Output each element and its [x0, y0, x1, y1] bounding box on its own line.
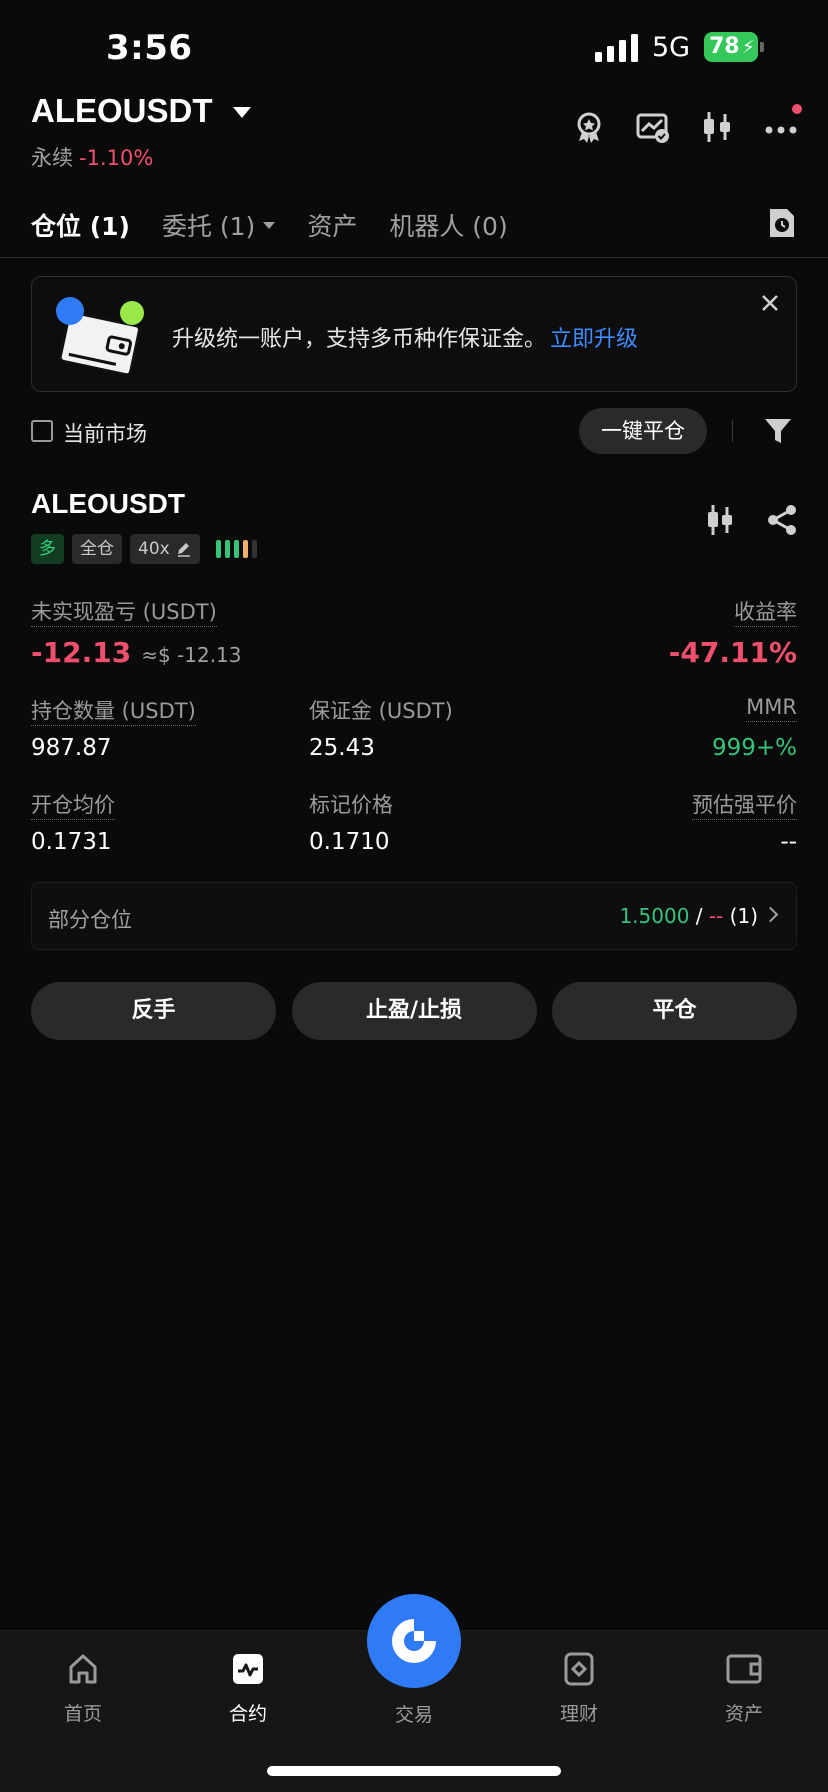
- leverage-value: 40x: [138, 539, 170, 559]
- candlestick-icon[interactable]: [700, 110, 734, 144]
- pair-name: ALEOUSDT: [31, 92, 213, 129]
- nav-futures-label: 合约: [228, 1703, 267, 1725]
- partial-positions-label: 部分仓位: [48, 908, 132, 932]
- margin-label: 保证金 (USDT): [309, 699, 453, 723]
- position-actions: [705, 504, 797, 536]
- more-icon[interactable]: [764, 104, 802, 144]
- tpsl-button[interactable]: 止盈/止损: [291, 982, 537, 1040]
- size-value: 987.87: [31, 735, 112, 761]
- edit-icon: [177, 543, 190, 557]
- nav-assets-label: 资产: [724, 1703, 763, 1725]
- trade-fab-button[interactable]: [367, 1594, 461, 1688]
- tab-orders-label: 委托 (1): [161, 212, 256, 241]
- position-tabs: 仓位 (1) 委托 (1) 资产 机器人 (0): [31, 200, 797, 250]
- partial-count: (1): [723, 904, 758, 928]
- price-change: -1.10%: [79, 146, 154, 170]
- chevron-down-icon: [263, 221, 276, 229]
- liq-price-label: 预估强平价: [692, 793, 797, 820]
- partial-sl-value: --: [708, 904, 724, 928]
- partial-tp-value: 1.5000: [619, 904, 690, 928]
- size-label: 持仓数量 (USDT): [31, 699, 196, 726]
- signal-icon: [595, 34, 638, 62]
- tabs-divider: [0, 257, 828, 258]
- tab-assets[interactable]: 资产: [307, 207, 357, 243]
- close-position-button[interactable]: 平仓: [552, 982, 797, 1040]
- notification-dot: [792, 104, 802, 114]
- unrealized-pnl-usd: ≈$ -12.13: [141, 643, 242, 667]
- share-icon[interactable]: [767, 504, 797, 536]
- contract-type: 永续: [31, 146, 73, 170]
- pair-selector[interactable]: ALEOUSDT: [31, 92, 251, 130]
- banner-text: 升级统一账户，支持多币种作保证金。 立即升级: [172, 321, 638, 353]
- mmr-value: 999+%: [711, 735, 797, 761]
- nav-home[interactable]: 首页: [33, 1649, 133, 1726]
- side-badge: 多: [31, 534, 64, 564]
- chevron-right-icon: [762, 906, 779, 923]
- tab-orders[interactable]: 委托 (1): [161, 207, 276, 243]
- unrealized-pnl-value: -12.13: [31, 636, 132, 669]
- home-icon: [69, 1654, 97, 1684]
- header: ALEOUSDT 永续 -1.10%: [0, 90, 828, 180]
- nav-home-label: 首页: [63, 1703, 102, 1725]
- position-action-buttons: 反手 止盈/止损 平仓: [31, 982, 797, 1040]
- roe-value: -47.11%: [668, 636, 797, 669]
- award-icon[interactable]: [572, 110, 606, 144]
- home-indicator: [267, 1766, 561, 1776]
- leverage-badge[interactable]: 40x: [130, 534, 200, 564]
- tab-bots[interactable]: 机器人 (0): [389, 207, 507, 243]
- banner-message: 升级统一账户，支持多币种作保证金。: [172, 327, 547, 352]
- mark-price-label: 标记价格: [309, 793, 393, 817]
- partial-separator: /: [689, 904, 709, 928]
- status-bar: 3:56 5G 78 ⚡: [0, 0, 828, 100]
- mmr-label: MMR: [746, 695, 797, 722]
- filter-row: 当前市场 一键平仓: [31, 406, 797, 456]
- chevron-down-icon: [232, 106, 251, 118]
- status-time: 3:56: [106, 28, 193, 68]
- position-tags: 多 全仓 40x: [31, 534, 257, 564]
- trade-logo-icon: [392, 1619, 436, 1663]
- chart-check-icon[interactable]: [636, 110, 670, 144]
- entry-price-value: 0.1731: [31, 829, 112, 855]
- upgrade-banner[interactable]: 升级统一账户，支持多币种作保证金。 立即升级: [31, 276, 797, 392]
- current-market-label[interactable]: 当前市场: [63, 418, 147, 448]
- header-actions: [572, 104, 802, 144]
- unrealized-pnl-label: 未实现盈亏 (USDT): [31, 600, 217, 627]
- partial-positions-values: 1.5000 / -- (1): [619, 904, 758, 928]
- upgrade-link[interactable]: 立即升级: [550, 327, 638, 352]
- pair-subtitle: 永续 -1.10%: [31, 142, 153, 172]
- nav-trade-label: 交易: [394, 1704, 433, 1726]
- candlestick-icon[interactable]: [705, 504, 735, 536]
- nav-earn[interactable]: 理财: [529, 1649, 629, 1726]
- wallet-icon: [726, 1654, 762, 1684]
- divider: [732, 420, 733, 442]
- network-label: 5G: [652, 32, 691, 63]
- tab-positions[interactable]: 仓位 (1): [31, 207, 130, 243]
- liq-price-value: --: [780, 829, 797, 855]
- mark-price-value: 0.1710: [309, 829, 390, 855]
- close-all-button[interactable]: 一键平仓: [579, 408, 707, 454]
- history-icon[interactable]: [767, 206, 797, 240]
- margin-mode-badge: 全仓: [72, 534, 122, 564]
- battery-level: 78: [709, 34, 740, 59]
- filter-icon[interactable]: [763, 416, 793, 446]
- futures-icon: [233, 1654, 263, 1684]
- nav-assets[interactable]: 资产: [694, 1649, 794, 1726]
- partial-positions-row[interactable]: 部分仓位 1.5000 / -- (1): [31, 882, 797, 950]
- battery-icon: 78 ⚡: [704, 32, 764, 62]
- margin-value: 25.43: [309, 735, 375, 761]
- nav-earn-label: 理财: [559, 1703, 598, 1725]
- charging-icon: ⚡: [742, 37, 755, 58]
- reverse-button[interactable]: 反手: [31, 982, 276, 1040]
- position-symbol: ALEOUSDT: [31, 488, 185, 519]
- entry-price-label: 开仓均价: [31, 793, 115, 820]
- earn-icon: [564, 1652, 594, 1686]
- roe-label: 收益率: [734, 600, 797, 627]
- close-icon[interactable]: [758, 291, 782, 315]
- risk-level-icon: [215, 540, 257, 558]
- current-market-checkbox[interactable]: [31, 420, 53, 442]
- nav-futures[interactable]: 合约: [198, 1649, 298, 1726]
- wallet-illustration: [56, 297, 144, 377]
